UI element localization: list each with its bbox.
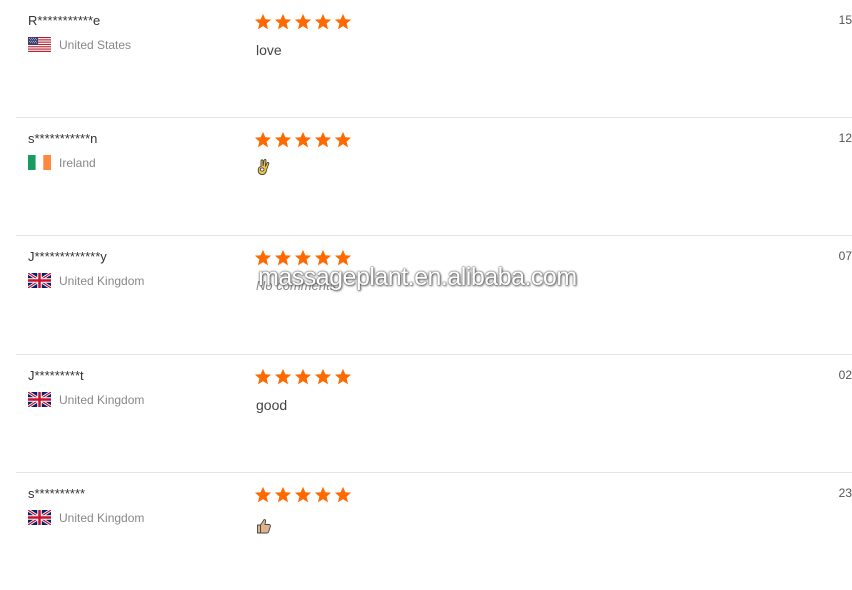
star-icon xyxy=(254,368,272,385)
star-icon xyxy=(274,131,292,148)
star-icon xyxy=(314,249,332,266)
buyer-name: J*********t xyxy=(28,368,84,383)
review-item: s********** United Kingdom 23 xyxy=(16,473,852,590)
review-date: 12 xyxy=(838,131,852,145)
star-icon xyxy=(294,368,312,385)
ireland-flag-icon xyxy=(28,155,51,170)
uk-flag-icon xyxy=(28,273,51,288)
star-icon xyxy=(294,13,312,30)
star-icon xyxy=(254,13,272,30)
review-comment: good xyxy=(256,397,288,413)
review-date: 15 xyxy=(838,13,852,27)
buyer-name: s********** xyxy=(28,486,86,501)
us-flag-icon xyxy=(28,37,51,52)
star-icon xyxy=(314,368,332,385)
uk-flag-icon xyxy=(28,510,51,525)
country-name: United Kingdom xyxy=(59,392,145,407)
star-rating xyxy=(254,249,354,267)
review-item: R***********e United States love 15 xyxy=(16,0,852,118)
star-icon xyxy=(314,13,332,30)
star-icon xyxy=(314,486,332,503)
uk-flag-icon xyxy=(28,392,51,407)
review-date: 02 xyxy=(838,368,852,382)
review-item: s***********n Ireland 12 xyxy=(16,118,852,236)
country-name: Ireland xyxy=(59,155,96,170)
star-icon xyxy=(294,131,312,148)
star-icon xyxy=(334,486,352,503)
review-date: 23 xyxy=(838,486,852,500)
review-item: J*********t United Kingdom good 02 xyxy=(16,355,852,473)
star-rating xyxy=(254,131,354,149)
country-name: United Kingdom xyxy=(59,510,145,525)
buyer-country: United Kingdom xyxy=(28,392,144,407)
review-item: J*************y United Kingdom No commen… xyxy=(16,236,852,355)
review-list: R***********e United States love 15 s***… xyxy=(0,0,852,590)
star-rating xyxy=(254,486,354,504)
star-icon xyxy=(294,249,312,266)
star-icon xyxy=(334,368,352,385)
star-icon xyxy=(254,131,272,148)
star-icon xyxy=(294,486,312,503)
ok-hand-emoji-icon xyxy=(257,159,270,176)
star-rating xyxy=(254,368,354,386)
country-name: United States xyxy=(59,37,132,52)
buyer-country: Ireland xyxy=(28,155,96,170)
star-icon xyxy=(334,131,352,148)
star-icon xyxy=(254,486,272,503)
star-icon xyxy=(334,249,352,266)
review-date: 07 xyxy=(838,249,852,263)
country-name: United Kingdom xyxy=(59,273,145,288)
star-icon xyxy=(274,486,292,503)
star-rating xyxy=(254,13,354,31)
buyer-name: R***********e xyxy=(28,13,101,28)
review-comment: love xyxy=(256,42,282,58)
buyer-name: s***********n xyxy=(28,131,98,146)
buyer-country: United States xyxy=(28,37,131,52)
star-icon xyxy=(334,13,352,30)
star-icon xyxy=(274,368,292,385)
star-icon xyxy=(274,249,292,266)
review-comment: No comments xyxy=(256,278,337,293)
buyer-name: J*************y xyxy=(28,249,107,264)
buyer-country: United Kingdom xyxy=(28,273,144,288)
buyer-country: United Kingdom xyxy=(28,510,144,525)
star-icon xyxy=(274,13,292,30)
thumbs-up-emoji-icon xyxy=(257,519,271,534)
star-icon xyxy=(314,131,332,148)
star-icon xyxy=(254,249,272,266)
